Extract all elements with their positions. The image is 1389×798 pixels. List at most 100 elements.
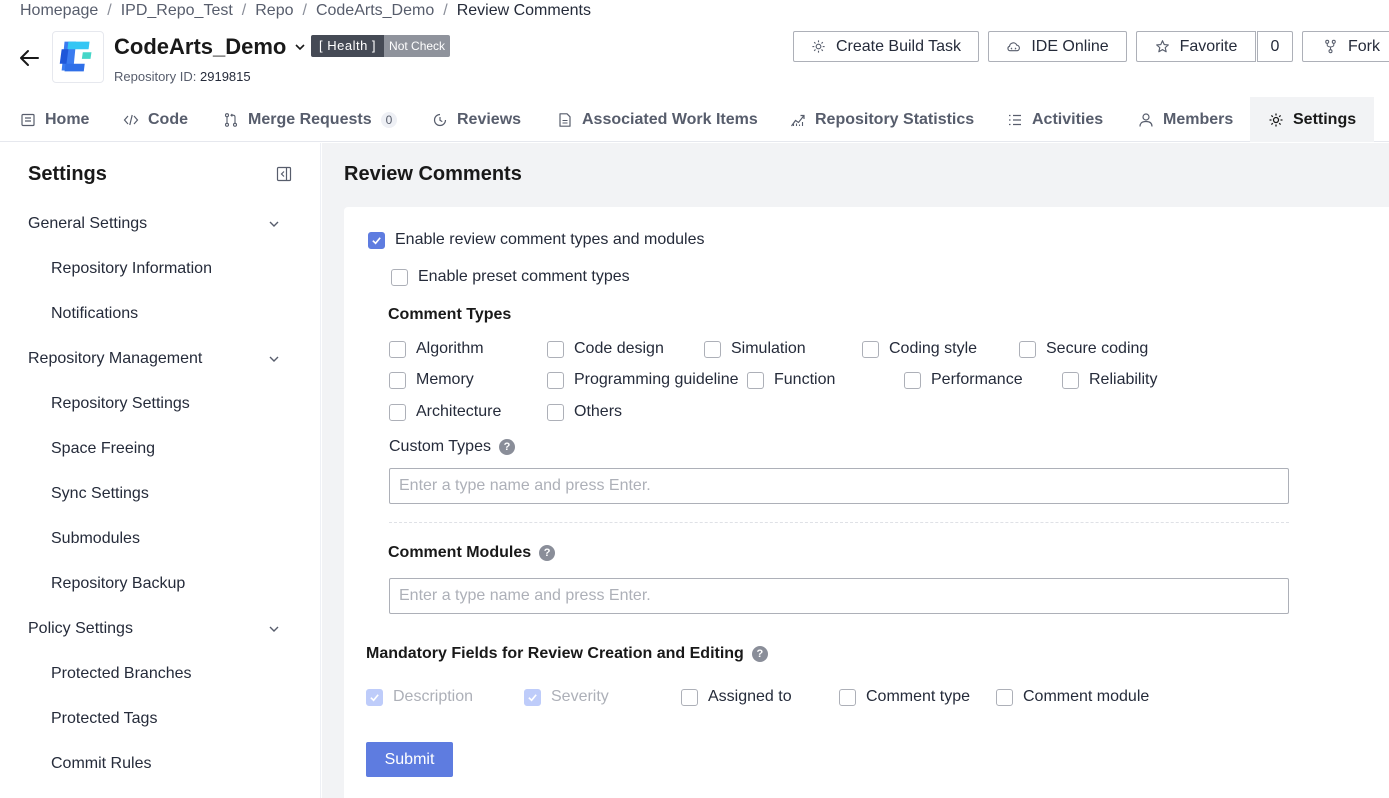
codearts-logo-icon xyxy=(59,41,92,72)
type-coding-style-checkbox[interactable]: Coding style xyxy=(862,340,977,358)
help-icon[interactable]: ? xyxy=(539,545,556,561)
tab-repository-statistics[interactable]: Repository Statistics xyxy=(790,97,974,142)
sidebar-group-general-settings[interactable]: General Settings xyxy=(28,215,280,233)
sidebar-title: Settings xyxy=(28,163,107,185)
custom-types-input[interactable] xyxy=(389,468,1289,504)
health-badge[interactable]: [ Health ] Not Check xyxy=(311,35,451,57)
checkbox-box xyxy=(368,231,385,249)
sidebar-item-notifications[interactable]: Notifications xyxy=(51,305,138,323)
tab-code[interactable]: Code xyxy=(123,97,188,142)
comment-modules-heading: Comment Modules ? xyxy=(388,544,556,562)
repository-logo xyxy=(52,31,104,83)
breadcrumb-separator: / xyxy=(443,2,448,19)
ide-online-button[interactable]: IDE Online xyxy=(988,31,1127,62)
type-reliability-checkbox[interactable]: Reliability xyxy=(1062,371,1157,389)
ide-online-label: IDE Online xyxy=(1031,37,1109,55)
checkbox-box xyxy=(391,268,408,286)
repository-title[interactable]: CodeArts_Demo xyxy=(114,34,306,60)
checkbox-label: Programming guideline xyxy=(574,371,739,388)
type-others-checkbox[interactable]: Others xyxy=(547,403,622,421)
cloud-icon xyxy=(1007,42,1021,52)
tab-associated-work-items-label: Associated Work Items xyxy=(582,110,758,128)
sidebar-item-sync-settings[interactable]: Sync Settings xyxy=(51,485,149,503)
sidebar-item-repository-backup[interactable]: Repository Backup xyxy=(51,575,185,593)
type-algorithm-checkbox[interactable]: Algorithm xyxy=(389,340,484,358)
sidebar-item-protected-branches[interactable]: Protected Branches xyxy=(51,665,192,683)
tab-settings[interactable]: Settings xyxy=(1250,97,1374,142)
tab-merge-requests[interactable]: Merge Requests 0 xyxy=(223,97,398,142)
help-icon[interactable]: ? xyxy=(498,439,515,455)
checkbox-box xyxy=(1062,371,1079,389)
mandatory-assigned-to-checkbox[interactable]: Assigned to xyxy=(681,688,792,706)
type-secure-coding-checkbox[interactable]: Secure coding xyxy=(1019,340,1148,358)
breadcrumb-repository-name[interactable]: CodeArts_Demo xyxy=(316,2,434,20)
tab-reviews-label: Reviews xyxy=(457,110,522,128)
favorite-button[interactable]: Favorite xyxy=(1136,31,1256,62)
checkbox-box xyxy=(389,403,406,421)
favorite-count-value: 0 xyxy=(1270,37,1280,55)
breadcrumb-project[interactable]: IPD_Repo_Test xyxy=(121,2,233,20)
health-status: Not Check xyxy=(384,35,451,57)
breadcrumb-separator: / xyxy=(302,2,307,19)
enable-preset-types-checkbox[interactable]: Enable preset comment types xyxy=(391,268,630,286)
tab-members[interactable]: Members xyxy=(1138,97,1233,142)
chevron-down-icon[interactable] xyxy=(294,41,306,53)
breadcrumb-homepage[interactable]: Homepage xyxy=(20,2,98,20)
custom-types-label-text: Custom Types xyxy=(389,438,491,455)
breadcrumb-repo[interactable]: Repo xyxy=(255,2,293,20)
type-programming-guideline-checkbox[interactable]: Programming guideline xyxy=(547,371,739,389)
create-build-task-button[interactable]: Create Build Task xyxy=(793,31,979,62)
checkbox-label: Enable review comment types and modules xyxy=(395,231,705,248)
chevron-down-icon xyxy=(269,626,279,632)
favorite-count[interactable]: 0 xyxy=(1257,31,1293,62)
section-divider xyxy=(389,522,1289,523)
checkbox-label: Architecture xyxy=(416,403,502,420)
merge-requests-count-badge: 0 xyxy=(380,111,398,128)
tab-reviews[interactable]: Reviews xyxy=(432,97,521,142)
list-icon xyxy=(1009,114,1021,125)
checkbox-label: Comment type xyxy=(866,688,971,705)
sidebar-item-space-freeing[interactable]: Space Freeing xyxy=(51,440,155,458)
help-icon[interactable]: ? xyxy=(751,646,768,662)
repository-tabs: Home Code Merge Requests 0 Reviews Assoc… xyxy=(0,97,1389,142)
type-performance-checkbox[interactable]: Performance xyxy=(904,371,1023,389)
mandatory-description-checkbox: Description xyxy=(366,688,473,706)
repository-id-value: 2919815 xyxy=(200,69,251,84)
checkbox-box xyxy=(524,688,541,706)
check-icon xyxy=(372,236,381,244)
main-content: Review Comments Enable review comment ty… xyxy=(322,143,1389,798)
sidebar-group-repository-management[interactable]: Repository Management xyxy=(28,350,280,368)
sidebar-item-repository-settings[interactable]: Repository Settings xyxy=(51,395,190,413)
submit-button[interactable]: Submit xyxy=(366,742,453,777)
fork-button[interactable]: Fork xyxy=(1302,31,1389,62)
comment-modules-input[interactable] xyxy=(389,578,1289,614)
mandatory-comment-module-checkbox[interactable]: Comment module xyxy=(996,688,1149,706)
star-icon xyxy=(1155,40,1169,53)
type-code-design-checkbox[interactable]: Code design xyxy=(547,340,664,358)
sidebar-item-protected-tags[interactable]: Protected Tags xyxy=(51,710,157,728)
back-arrow-icon[interactable] xyxy=(18,47,40,69)
sidebar-item-commit-rules[interactable]: Commit Rules xyxy=(51,755,151,773)
checkbox-label: Memory xyxy=(416,371,474,388)
type-simulation-checkbox[interactable]: Simulation xyxy=(704,340,806,358)
sidebar-group-policy-settings[interactable]: Policy Settings xyxy=(28,620,280,638)
type-architecture-checkbox[interactable]: Architecture xyxy=(389,403,501,421)
mandatory-comment-type-checkbox[interactable]: Comment type xyxy=(839,688,970,706)
type-function-checkbox[interactable]: Function xyxy=(747,371,835,389)
enable-types-modules-checkbox[interactable]: Enable review comment types and modules xyxy=(368,231,705,249)
checkbox-box xyxy=(389,340,406,358)
tab-activities[interactable]: Activities xyxy=(1007,97,1103,142)
collapse-sidebar-icon[interactable] xyxy=(276,166,292,182)
reviews-icon xyxy=(433,113,447,126)
checkbox-label: Severity xyxy=(551,688,609,705)
tab-associated-work-items[interactable]: Associated Work Items xyxy=(557,97,758,142)
tab-home[interactable]: Home xyxy=(20,97,89,142)
sidebar-item-submodules[interactable]: Submodules xyxy=(51,530,140,548)
checkbox-label: Algorithm xyxy=(416,340,484,357)
type-memory-checkbox[interactable]: Memory xyxy=(389,371,474,389)
checkbox-label: Reliability xyxy=(1089,371,1158,388)
checkbox-box xyxy=(996,688,1013,706)
mandatory-fields-heading: Mandatory Fields for Review Creation and… xyxy=(366,645,768,663)
sidebar-item-repository-information[interactable]: Repository Information xyxy=(51,260,212,278)
chevron-down-icon xyxy=(269,221,279,227)
